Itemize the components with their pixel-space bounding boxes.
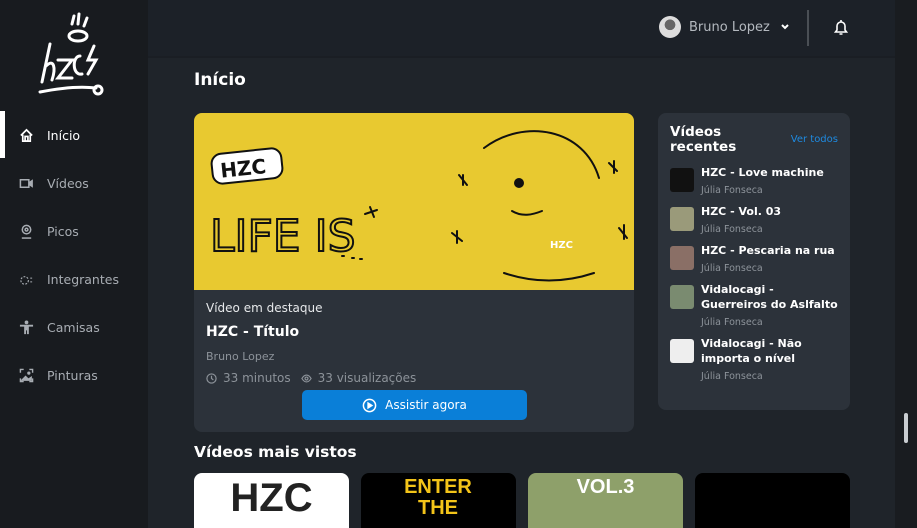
featured-thumbnail[interactable]: HZC LIFE IS HZC [194, 113, 634, 290]
recent-video-thumbnail [670, 246, 694, 270]
recent-video-thumbnail [670, 285, 694, 309]
sidebar-item-camisas[interactable]: Camisas [0, 303, 148, 351]
recent-video-title: Vidalocagi - Não importa o nível [701, 337, 802, 365]
user-name: Bruno Lopez [689, 19, 770, 35]
eye-icon [300, 373, 312, 383]
recent-video-thumbnail [670, 207, 694, 231]
thumbnail-text: VOL.3 [576, 476, 635, 498]
recent-video-item[interactable]: Vidalocagi - Não importa o nível Júlia Fo… [670, 336, 838, 382]
page-title: Início [194, 70, 246, 90]
featured-duration: 33 minutos [223, 371, 291, 385]
featured-meta: 33 minutos 33 visualizações [206, 371, 622, 385]
image-icon [19, 368, 34, 382]
users-icon [20, 275, 33, 285]
video-icon [19, 178, 33, 188]
clock-icon [206, 372, 217, 384]
header-divider [807, 10, 809, 46]
recent-videos-card: Vídeos recentes Ver todos HZC - Love mac… [658, 113, 850, 410]
recent-video-author: Júlia Fonseca [701, 185, 763, 196]
recent-video-author: Júlia Fonseca [701, 263, 763, 274]
recent-video-author: Júlia Fonseca [701, 317, 763, 328]
recent-video-title: HZC - Love machine [701, 166, 824, 179]
thumbnail-text: HZC [230, 476, 313, 520]
user-menu[interactable]: Bruno Lopez [659, 16, 799, 38]
sidebar-item-inicio[interactable]: Início [0, 111, 148, 159]
featured-image-text: LIFE IS [210, 211, 356, 262]
featured-video-card: HZC LIFE IS HZC Vídeo em destaque HZC - … [194, 113, 634, 432]
sidebar-item-integrantes[interactable]: Integrantes [0, 255, 148, 303]
recent-video-author: Júlia Fonseca [701, 371, 763, 382]
recent-title: Vídeos recentes [670, 124, 737, 155]
recent-video-item[interactable]: Vidalocagi - Guerreiros do Aslfalto Júlia… [670, 282, 838, 328]
most-viewed-video-thumbnail[interactable]: ENTER THE [361, 473, 516, 528]
sidebar-item-label: Início [47, 127, 81, 143]
most-viewed-video-thumbnail[interactable]: VOL.3 [528, 473, 683, 528]
sidebar-item-label: Pinturas [47, 367, 98, 383]
play-circle-icon [362, 398, 377, 412]
recent-video-thumbnail [670, 339, 694, 363]
recent-video-thumbnail [670, 168, 694, 192]
location-icon [21, 224, 32, 239]
sidebar-item-label: Integrantes [47, 271, 119, 287]
recent-video-title: Vidalocagi - Guerreiros do Aslfalto [701, 283, 838, 311]
home-icon [20, 128, 33, 142]
featured-eyebrow: Vídeo em destaque [206, 301, 323, 315]
watch-now-label: Assistir agora [385, 398, 467, 412]
sidebar: Início Vídeos Picos Integrantes Camisas … [0, 0, 148, 528]
see-all-link[interactable]: Ver todos [791, 134, 838, 145]
scrollbar-thumb[interactable] [904, 413, 908, 443]
avatar [659, 16, 681, 38]
chevron-down-icon [781, 24, 789, 30]
recent-video-item[interactable]: HZC - Pescaria na rua Júlia Fonseca [670, 243, 838, 274]
recent-video-title: HZC - Pescaria na rua [701, 244, 835, 257]
featured-title[interactable]: HZC - Título [206, 324, 622, 340]
top-header: Bruno Lopez [148, 0, 895, 58]
recent-video-author: Júlia Fonseca [701, 224, 763, 235]
most-viewed-video-thumbnail[interactable] [695, 473, 850, 528]
most-viewed-title: Vídeos mais vistos [194, 443, 357, 461]
recent-video-item[interactable]: HZC - Love machine Júlia Fonseca [670, 165, 838, 196]
sidebar-item-picos[interactable]: Picos [0, 207, 148, 255]
hzc-logo[interactable] [28, 10, 120, 102]
most-viewed-video-thumbnail[interactable]: HZC [194, 473, 349, 528]
thumbnail-text: ENTER THE [404, 476, 472, 519]
sidebar-item-videos[interactable]: Vídeos [0, 159, 148, 207]
featured-views: 33 visualizações [317, 371, 417, 385]
svg-text:HZC: HZC [550, 240, 573, 251]
sidebar-item-label: Picos [47, 223, 79, 239]
sidebar-item-label: Vídeos [47, 175, 89, 191]
sidebar-item-label: Camisas [47, 319, 100, 335]
featured-author: Bruno Lopez [206, 350, 275, 363]
recent-videos-list: HZC - Love machine Júlia Fonseca HZC - Vol… [670, 165, 838, 382]
person-icon [19, 319, 34, 334]
recent-video-item[interactable]: HZC - Vol. 03 Júlia Fonseca [670, 204, 838, 235]
sidebar-item-pinturas[interactable]: Pinturas [0, 351, 148, 399]
watch-now-button[interactable]: Assistir agora [302, 390, 527, 420]
svg-text:HZC: HZC [219, 154, 267, 183]
scrollbar[interactable] [895, 0, 917, 528]
sidebar-nav: Início Vídeos Picos Integrantes Camisas … [0, 111, 148, 399]
bell-icon[interactable] [834, 19, 848, 35]
recent-video-title: HZC - Vol. 03 [701, 205, 782, 218]
